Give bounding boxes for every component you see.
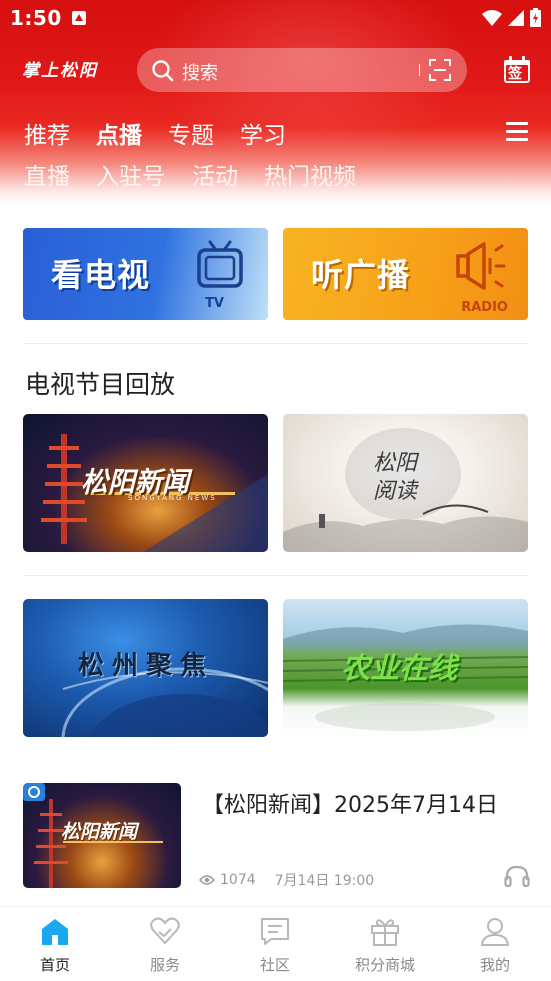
search-bar[interactable]: 搜索 xyxy=(137,48,467,92)
tab-mine-label: 我的 xyxy=(479,956,510,974)
tab-community[interactable]: 社区 xyxy=(220,907,330,981)
battery-icon xyxy=(530,8,541,27)
section-title: 电视节目回放 xyxy=(25,370,176,399)
news-views: 1074 xyxy=(220,872,256,888)
menu-icon[interactable] xyxy=(506,122,528,142)
program-songzhou-focus-title: 松州聚焦 xyxy=(78,651,215,681)
bottom-tab-bar: 首页 服务 社区 积分商城 我的 xyxy=(0,906,551,981)
listen-radio-label: 听广播 xyxy=(311,257,411,293)
program-agriculture-online[interactable]: 农业在线 xyxy=(283,599,528,737)
gift-icon xyxy=(371,919,399,946)
chat-icon xyxy=(261,918,289,945)
primary-nav: 推荐 点播 专题 学习 xyxy=(0,116,551,150)
watch-tv-button[interactable]: 看电视 TV xyxy=(23,228,268,320)
notification-app-icon xyxy=(72,11,86,25)
watch-tv-label: 看电视 xyxy=(51,257,151,293)
tab-live[interactable]: 直播 xyxy=(24,157,70,191)
search-placeholder: 搜索 xyxy=(182,63,218,84)
user-icon xyxy=(480,918,510,946)
program-songyang-news[interactable]: 松阳新闻 SONGYANG NEWS xyxy=(23,414,268,552)
search-icon xyxy=(152,60,174,82)
news-title[interactable]: 【松阳新闻】2025年7月14日 xyxy=(202,787,498,819)
sign-icon-text: 签 xyxy=(508,66,522,82)
home-icon xyxy=(42,919,68,945)
status-time: 1:50 xyxy=(10,6,62,30)
tab-services[interactable]: 服务 xyxy=(110,907,220,981)
tab-services-label: 服务 xyxy=(149,956,180,974)
divider xyxy=(23,575,528,576)
news-meta: 1074 7月14日 19:00 xyxy=(199,870,374,890)
sign-in-calendar-icon[interactable]: 签 xyxy=(503,56,531,84)
radio-sub-label: RADIO xyxy=(461,300,508,315)
eye-icon xyxy=(199,875,215,885)
search-divider xyxy=(419,64,420,76)
program-songzhou-focus[interactable]: 松州聚焦 xyxy=(23,599,268,737)
news-thumbnail[interactable]: 松阳新闻 xyxy=(23,783,181,888)
scan-icon[interactable] xyxy=(429,59,451,81)
program-songyang-reading[interactable]: 松阳阅读 xyxy=(283,414,528,552)
tab-community-label: 社区 xyxy=(259,956,290,974)
tv-icon xyxy=(197,240,243,288)
program-songyang-reading-title: 松阳阅读 xyxy=(373,451,418,504)
divider xyxy=(23,343,528,344)
news-date: 7月14日 19:00 xyxy=(274,873,375,889)
app-logo[interactable]: 掌上松阳 xyxy=(22,56,98,81)
listen-radio-button[interactable]: 听广播 RADIO xyxy=(283,228,528,320)
headphones-icon[interactable] xyxy=(504,864,530,888)
program-songyang-news-sub: SONGYANG NEWS xyxy=(128,494,217,502)
tab-home[interactable]: 首页 xyxy=(0,907,110,981)
status-icons xyxy=(482,8,541,27)
tab-activities[interactable]: 活动 xyxy=(192,157,238,191)
status-bar: 1:50 xyxy=(0,0,551,36)
header: 1:50 掌上松阳 搜索 签 推荐 点播 专题 学习 直播 入驻号 活动 热门视… xyxy=(0,0,551,205)
wifi-icon xyxy=(482,9,502,26)
program-agriculture-online-title: 农业在线 xyxy=(341,651,458,685)
heart-icon xyxy=(150,917,180,945)
loudspeaker-icon xyxy=(456,242,506,290)
news-thumbnail-title: 松阳新闻 xyxy=(61,821,138,843)
tab-mine[interactable]: 我的 xyxy=(440,907,550,981)
secondary-nav: 直播 入驻号 活动 热门视频 xyxy=(0,157,551,191)
tv-sub-label: TV xyxy=(205,296,224,311)
tab-accounts[interactable]: 入驻号 xyxy=(96,157,165,191)
tab-hot-videos[interactable]: 热门视频 xyxy=(264,157,356,191)
tab-home-label: 首页 xyxy=(39,956,70,974)
tab-study[interactable]: 学习 xyxy=(240,116,286,150)
tab-on-demand[interactable]: 点播 xyxy=(96,116,142,150)
tab-topics[interactable]: 专题 xyxy=(168,116,214,150)
signal-icon xyxy=(508,9,524,26)
tab-points-mall-label: 积分商城 xyxy=(354,956,415,974)
tab-recommend[interactable]: 推荐 xyxy=(24,116,70,150)
tab-points-mall[interactable]: 积分商城 xyxy=(330,907,440,981)
